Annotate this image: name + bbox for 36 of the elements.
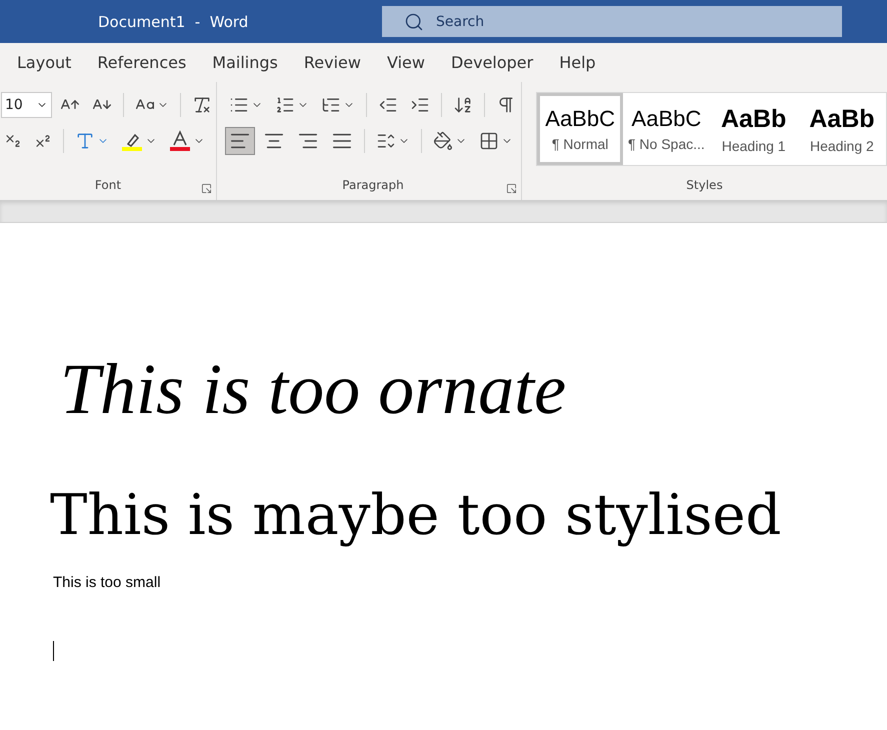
ribbon-tab[interactable]: Developer: [438, 43, 546, 82]
style-name: ¶ Normal: [552, 136, 608, 152]
search-icon: [404, 12, 424, 32]
search-field[interactable]: Search: [382, 6, 842, 37]
clear-formatting-icon: [192, 95, 212, 115]
align-button[interactable]: [225, 127, 255, 155]
style-name: Heading 1: [722, 138, 786, 154]
paint-bucket-icon: [433, 131, 453, 151]
subscript-icon: [4, 132, 22, 150]
style-name: Heading 2: [810, 138, 874, 154]
text-effects-icon: [75, 131, 95, 151]
document-paragraph: This is too ornate: [60, 348, 568, 431]
style-sample: AaBbC: [632, 106, 702, 132]
ribbon-tab[interactable]: Help: [546, 43, 609, 82]
ribbon-tab[interactable]: View: [374, 43, 438, 82]
font-size-field[interactable]: 10: [1, 92, 52, 118]
window-title: Document1 - Word: [98, 12, 248, 30]
ribbon-tab[interactable]: Mailings: [199, 43, 291, 82]
font-color-icon: [169, 130, 191, 152]
style-name: ¶ No Spac...: [628, 136, 705, 152]
style-sample: AaBbC: [545, 106, 615, 132]
group-label: Paragraph: [342, 178, 404, 192]
style-item[interactable]: AaBbC ¶ Normal: [537, 93, 624, 165]
document-paragraph: This is maybe too stylised: [50, 483, 782, 548]
group-label: Styles: [686, 178, 723, 192]
sort-icon: [453, 95, 473, 115]
ribbon-tab[interactable]: References: [84, 43, 200, 82]
ribbon-tab[interactable]: Review: [290, 43, 374, 82]
group-label: Font: [94, 178, 122, 192]
superscript-icon: [34, 132, 52, 150]
borders-icon: [479, 131, 499, 151]
style-sample: AaBb: [809, 104, 875, 134]
numbered-list-icon: [275, 95, 295, 115]
ribbon-tab[interactable]: Layout: [4, 43, 84, 82]
style-sample: AaBb: [721, 104, 786, 134]
document-paragraph: This is too small: [53, 574, 162, 591]
